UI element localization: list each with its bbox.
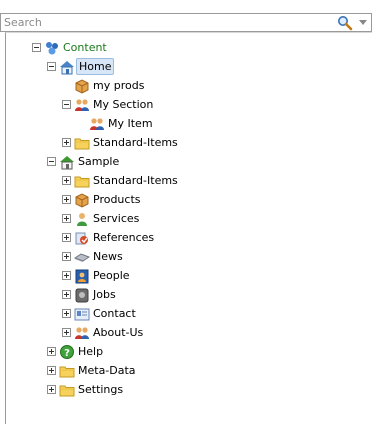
tree-item-label: Standard-Items (93, 174, 178, 187)
collapse-toggle-icon[interactable] (47, 157, 56, 166)
search-input[interactable] (4, 15, 324, 30)
tree-item-label: Standard-Items (93, 136, 178, 149)
tree-item-label: Meta-Data (78, 364, 136, 377)
tree-item-products[interactable]: Products (6, 190, 366, 209)
tree-item-label: my prods (93, 79, 145, 92)
search-box (0, 13, 372, 32)
expand-toggle-icon[interactable] (47, 347, 56, 356)
tree-item-settings[interactable]: Settings (6, 380, 366, 399)
expand-toggle-icon[interactable] (62, 252, 71, 261)
news-icon (73, 249, 91, 265)
home-icon (59, 59, 75, 75)
expand-toggle-icon[interactable] (62, 176, 71, 185)
tree-item-jobs[interactable]: Jobs (6, 285, 366, 304)
tree-item-label: News (93, 250, 123, 263)
people-icon (89, 116, 105, 132)
product-box-icon (74, 192, 90, 208)
expand-toggle-icon[interactable] (62, 309, 71, 318)
tree-item-references[interactable]: References (6, 228, 366, 247)
tree-item-label: Sample (78, 155, 120, 168)
contact-card-icon (74, 306, 90, 322)
jobs-icon (74, 287, 90, 303)
tree-item-label: Jobs (93, 288, 116, 301)
tree-item-label: About-Us (93, 326, 144, 339)
tree-item-standard-items[interactable]: Standard-Items (6, 133, 366, 152)
tree-item-label: Products (93, 193, 141, 206)
expand-toggle-icon[interactable] (62, 138, 71, 147)
tree-item-my-prods[interactable]: my prods (6, 76, 366, 95)
folder-icon (74, 173, 90, 189)
expand-toggle-icon[interactable] (47, 385, 56, 394)
expand-toggle-icon[interactable] (47, 366, 56, 375)
tree-item-label: My Section (93, 98, 154, 111)
folder-icon (74, 135, 90, 151)
help-icon: ? (59, 344, 75, 360)
tree-item-my-section[interactable]: My Section (6, 95, 366, 114)
people-icon (74, 325, 90, 341)
people-icon (74, 97, 90, 113)
search-options-chevron-down-icon[interactable] (359, 20, 367, 25)
expand-toggle-icon[interactable] (62, 233, 71, 242)
tree-item-contact[interactable]: Contact (6, 304, 366, 323)
tree-item-meta-data[interactable]: Meta-Data (6, 361, 366, 380)
person-card-icon (74, 268, 90, 284)
collapse-toggle-icon[interactable] (32, 43, 41, 52)
tree-item-my-item[interactable]: My Item (6, 114, 366, 133)
tree-item-label: My Item (108, 117, 153, 130)
expand-toggle-icon[interactable] (62, 290, 71, 299)
svg-text:?: ? (64, 348, 70, 359)
folder-icon (59, 363, 75, 379)
home-green-icon (59, 154, 75, 170)
tree-item-label: Help (78, 345, 104, 358)
expand-toggle-icon[interactable] (62, 328, 71, 337)
reference-icon (74, 230, 90, 246)
search-icon[interactable] (337, 15, 353, 31)
folder-icon (59, 382, 75, 398)
navigation-tree: Content Home my prods My Section My Item Stan… (5, 32, 372, 424)
service-person-icon (74, 211, 90, 227)
expand-toggle-icon[interactable] (62, 214, 71, 223)
tree-item-content[interactable]: Content (6, 38, 366, 57)
tree-item-label: People (93, 269, 130, 282)
tree-item-services[interactable]: Services (6, 209, 366, 228)
expand-toggle-icon[interactable] (62, 271, 71, 280)
content-icon (44, 40, 60, 56)
product-box-icon (74, 78, 90, 94)
expand-toggle-icon[interactable] (62, 195, 71, 204)
tree-item-people[interactable]: People (6, 266, 366, 285)
tree-item-label: References (93, 231, 155, 244)
tree-item-label: Settings (78, 383, 124, 396)
tree-item-about-us[interactable]: About-Us (6, 323, 366, 342)
tree-item-label: Content (63, 41, 107, 54)
tree-item-help[interactable]: ? Help (6, 342, 366, 361)
tree-item-sample[interactable]: Sample (6, 152, 366, 171)
tree-item-label: Home (76, 58, 115, 75)
tree-item-news[interactable]: News (6, 247, 366, 266)
tree-item-home[interactable]: Home (6, 57, 366, 76)
collapse-toggle-icon[interactable] (47, 62, 56, 71)
tree-item-standard-items[interactable]: Standard-Items (6, 171, 366, 190)
tree-item-label: Contact (93, 307, 136, 320)
collapse-toggle-icon[interactable] (62, 100, 71, 109)
tree-item-label: Services (93, 212, 140, 225)
